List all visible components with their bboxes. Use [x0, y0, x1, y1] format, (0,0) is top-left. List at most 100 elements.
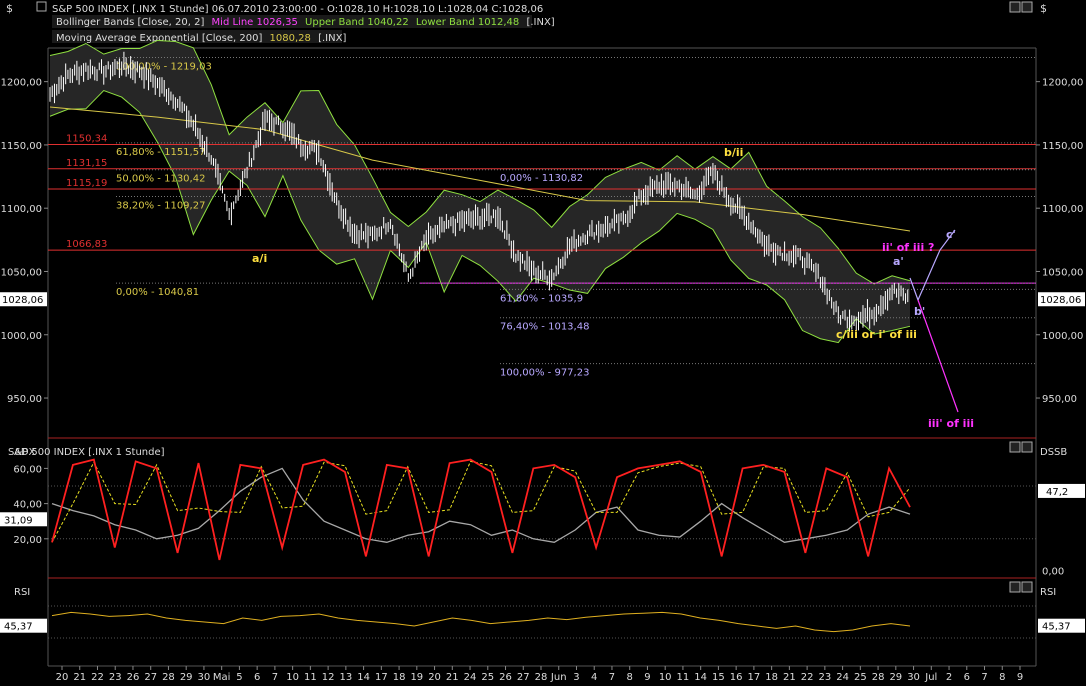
x-tick-label: 8 [627, 672, 633, 683]
x-tick-label: 10 [286, 672, 299, 683]
fib-label-lavender: 100,00% - 977,23 [500, 368, 589, 379]
x-tick-label: 7 [981, 672, 987, 683]
adx-tick-label: 20,00 [13, 535, 42, 546]
rsi-last-label-right: 45,37 [1042, 622, 1071, 633]
close-icon[interactable] [1021, 1, 1033, 13]
y-tick-label-left: 1200,00 [1, 78, 42, 89]
rsi-last-label-left: 45,37 [4, 622, 33, 633]
fib-label-lavender: 61,80% - 1035,9 [500, 293, 583, 304]
x-tick-label: 7 [609, 672, 615, 683]
bb-mid-label: Mid Line 1026,35 [212, 17, 298, 28]
x-tick-label: 10 [659, 672, 672, 683]
x-tick-label: 27 [517, 672, 530, 683]
x-tick-label: 26 [127, 672, 140, 683]
level-label: 1115,19 [66, 178, 107, 189]
x-tick-label: 26 [499, 672, 512, 683]
x-tick-label: 22 [91, 672, 104, 683]
bb-suffix-label: [.INX] [526, 17, 554, 28]
wave-label: a/i [252, 252, 267, 265]
x-tick-label: 14 [694, 672, 707, 683]
ema-suffix-label: [.INX] [318, 33, 346, 44]
x-tick-label: 21 [783, 672, 796, 683]
x-tick-label: 3 [573, 672, 579, 683]
x-tick-label: 30 [198, 672, 211, 683]
x-tick-label: 24 [836, 672, 849, 683]
bb-lower-label: Lower Band 1012,48 [416, 17, 519, 28]
dollar-sign-right: $ [1040, 2, 1047, 15]
wave-label: a' [893, 255, 904, 268]
x-tick-label: 13 [339, 672, 352, 683]
adx-tick-label: 40,00 [13, 500, 42, 511]
adx-last-label: 31,09 [4, 515, 33, 526]
x-tick-label: 29 [889, 672, 902, 683]
dssb-tick-label: 0,00 [1042, 566, 1064, 577]
x-tick-label: 22 [801, 672, 814, 683]
wave-label: iii' of iii [928, 417, 974, 430]
x-tick-label: 2 [946, 672, 952, 683]
x-tick-label: 20 [428, 672, 441, 683]
x-tick-label: 28 [535, 672, 548, 683]
level-label: 1150,34 [66, 133, 107, 144]
level-label: 1066,83 [66, 239, 107, 250]
x-tick-label: 21 [73, 672, 86, 683]
rsi-restore-icon[interactable] [1009, 581, 1021, 593]
rsi-pane-title-right: RSI [1040, 587, 1056, 598]
fib-label-yellow: 61,80% - 1151,57 [116, 147, 205, 158]
y-tick-label-right: 1200,00 [1042, 78, 1083, 89]
adx-lines [51, 458, 911, 561]
x-tick-label: 17 [375, 672, 388, 683]
x-tick-label: 11 [677, 672, 690, 683]
x-tick-label: 9 [1017, 672, 1023, 683]
rsi-pane-title: RSI [14, 587, 30, 598]
x-tick-label: 28 [872, 672, 885, 683]
y-tick-label-right: 1100,00 [1042, 204, 1083, 215]
x-tick-label: 5 [236, 672, 242, 683]
adx-close-icon[interactable] [1021, 441, 1033, 453]
x-tick-label: 18 [765, 672, 778, 683]
last-price-label-right: 1028,06 [1040, 295, 1081, 306]
wave-projection [909, 229, 959, 413]
bollinger-legend: Bollinger Bands [Close, 20, 2] Mid Line … [52, 15, 555, 28]
adx-pane-title: ADX [14, 447, 36, 458]
dssb-pane-title: DSSB [1040, 447, 1067, 458]
chart-title: S&P 500 INDEX [.INX 1 Stunde] 06.07.2010… [52, 4, 543, 15]
x-tick-label: 24 [464, 672, 477, 683]
x-tick-label: 27 [144, 672, 157, 683]
x-tick-label: 6 [254, 672, 260, 683]
adx-grey-line [51, 467, 911, 544]
window-icon[interactable] [36, 1, 47, 12]
x-tick-label: 17 [748, 672, 761, 683]
date-axis: 20 21 22 23 26 27 28 29 30 Mai 5 6 7 10 11 12 13 14 17 18 19… [56, 666, 1023, 683]
y-tick-label-left: 950,00 [7, 394, 42, 405]
y-tick-label-right: 1050,00 [1042, 267, 1083, 278]
restore-icon[interactable] [1009, 1, 1021, 13]
adx-axis: 60,00 40,00 20,00 31,09 47,2 0,00 [0, 464, 1085, 577]
adx-tick-label: 60,00 [13, 464, 42, 475]
bb-upper-label: Upper Band 1040,22 [305, 17, 409, 28]
svg-text:Bollinger Bands [Close, 20, 2]: Bollinger Bands [Close, 20, 2] Mid Line … [56, 17, 555, 28]
x-tick-label: 9 [644, 672, 650, 683]
x-tick-label: 23 [109, 672, 122, 683]
y-tick-label-left: 1150,00 [1, 141, 42, 152]
stock-chart: $ S&P 500 INDEX [.INX 1 Stunde] 06.07.20… [0, 1, 1085, 683]
y-tick-label-left: 1050,00 [1, 267, 42, 278]
dssb-last-label: 47,2 [1046, 487, 1068, 498]
x-tick-label: Mai [213, 672, 231, 683]
x-tick-label: 25 [854, 672, 867, 683]
rsi-line: 45,37 45,37 [0, 605, 1085, 639]
fib-label-yellow: 38,20% - 1109,27 [116, 200, 205, 211]
x-tick-label: 23 [818, 672, 831, 683]
x-tick-label: 29 [180, 672, 193, 683]
x-tick-label: 28 [162, 672, 175, 683]
wave-label: b/ii [724, 146, 743, 159]
y-tick-label-left: 1000,00 [1, 331, 42, 342]
x-tick-label: 25 [481, 672, 494, 683]
rsi-close-icon[interactable] [1021, 581, 1033, 593]
ema-legend: Moving Average Exponential [Close, 200] … [52, 30, 346, 44]
x-tick-label: 30 [907, 672, 920, 683]
x-tick-label: 11 [304, 672, 317, 683]
y-tick-label-left: 1100,00 [1, 204, 42, 215]
x-tick-label: 4 [591, 672, 597, 683]
y-tick-label-right: 1150,00 [1042, 141, 1083, 152]
adx-restore-icon[interactable] [1009, 441, 1021, 453]
